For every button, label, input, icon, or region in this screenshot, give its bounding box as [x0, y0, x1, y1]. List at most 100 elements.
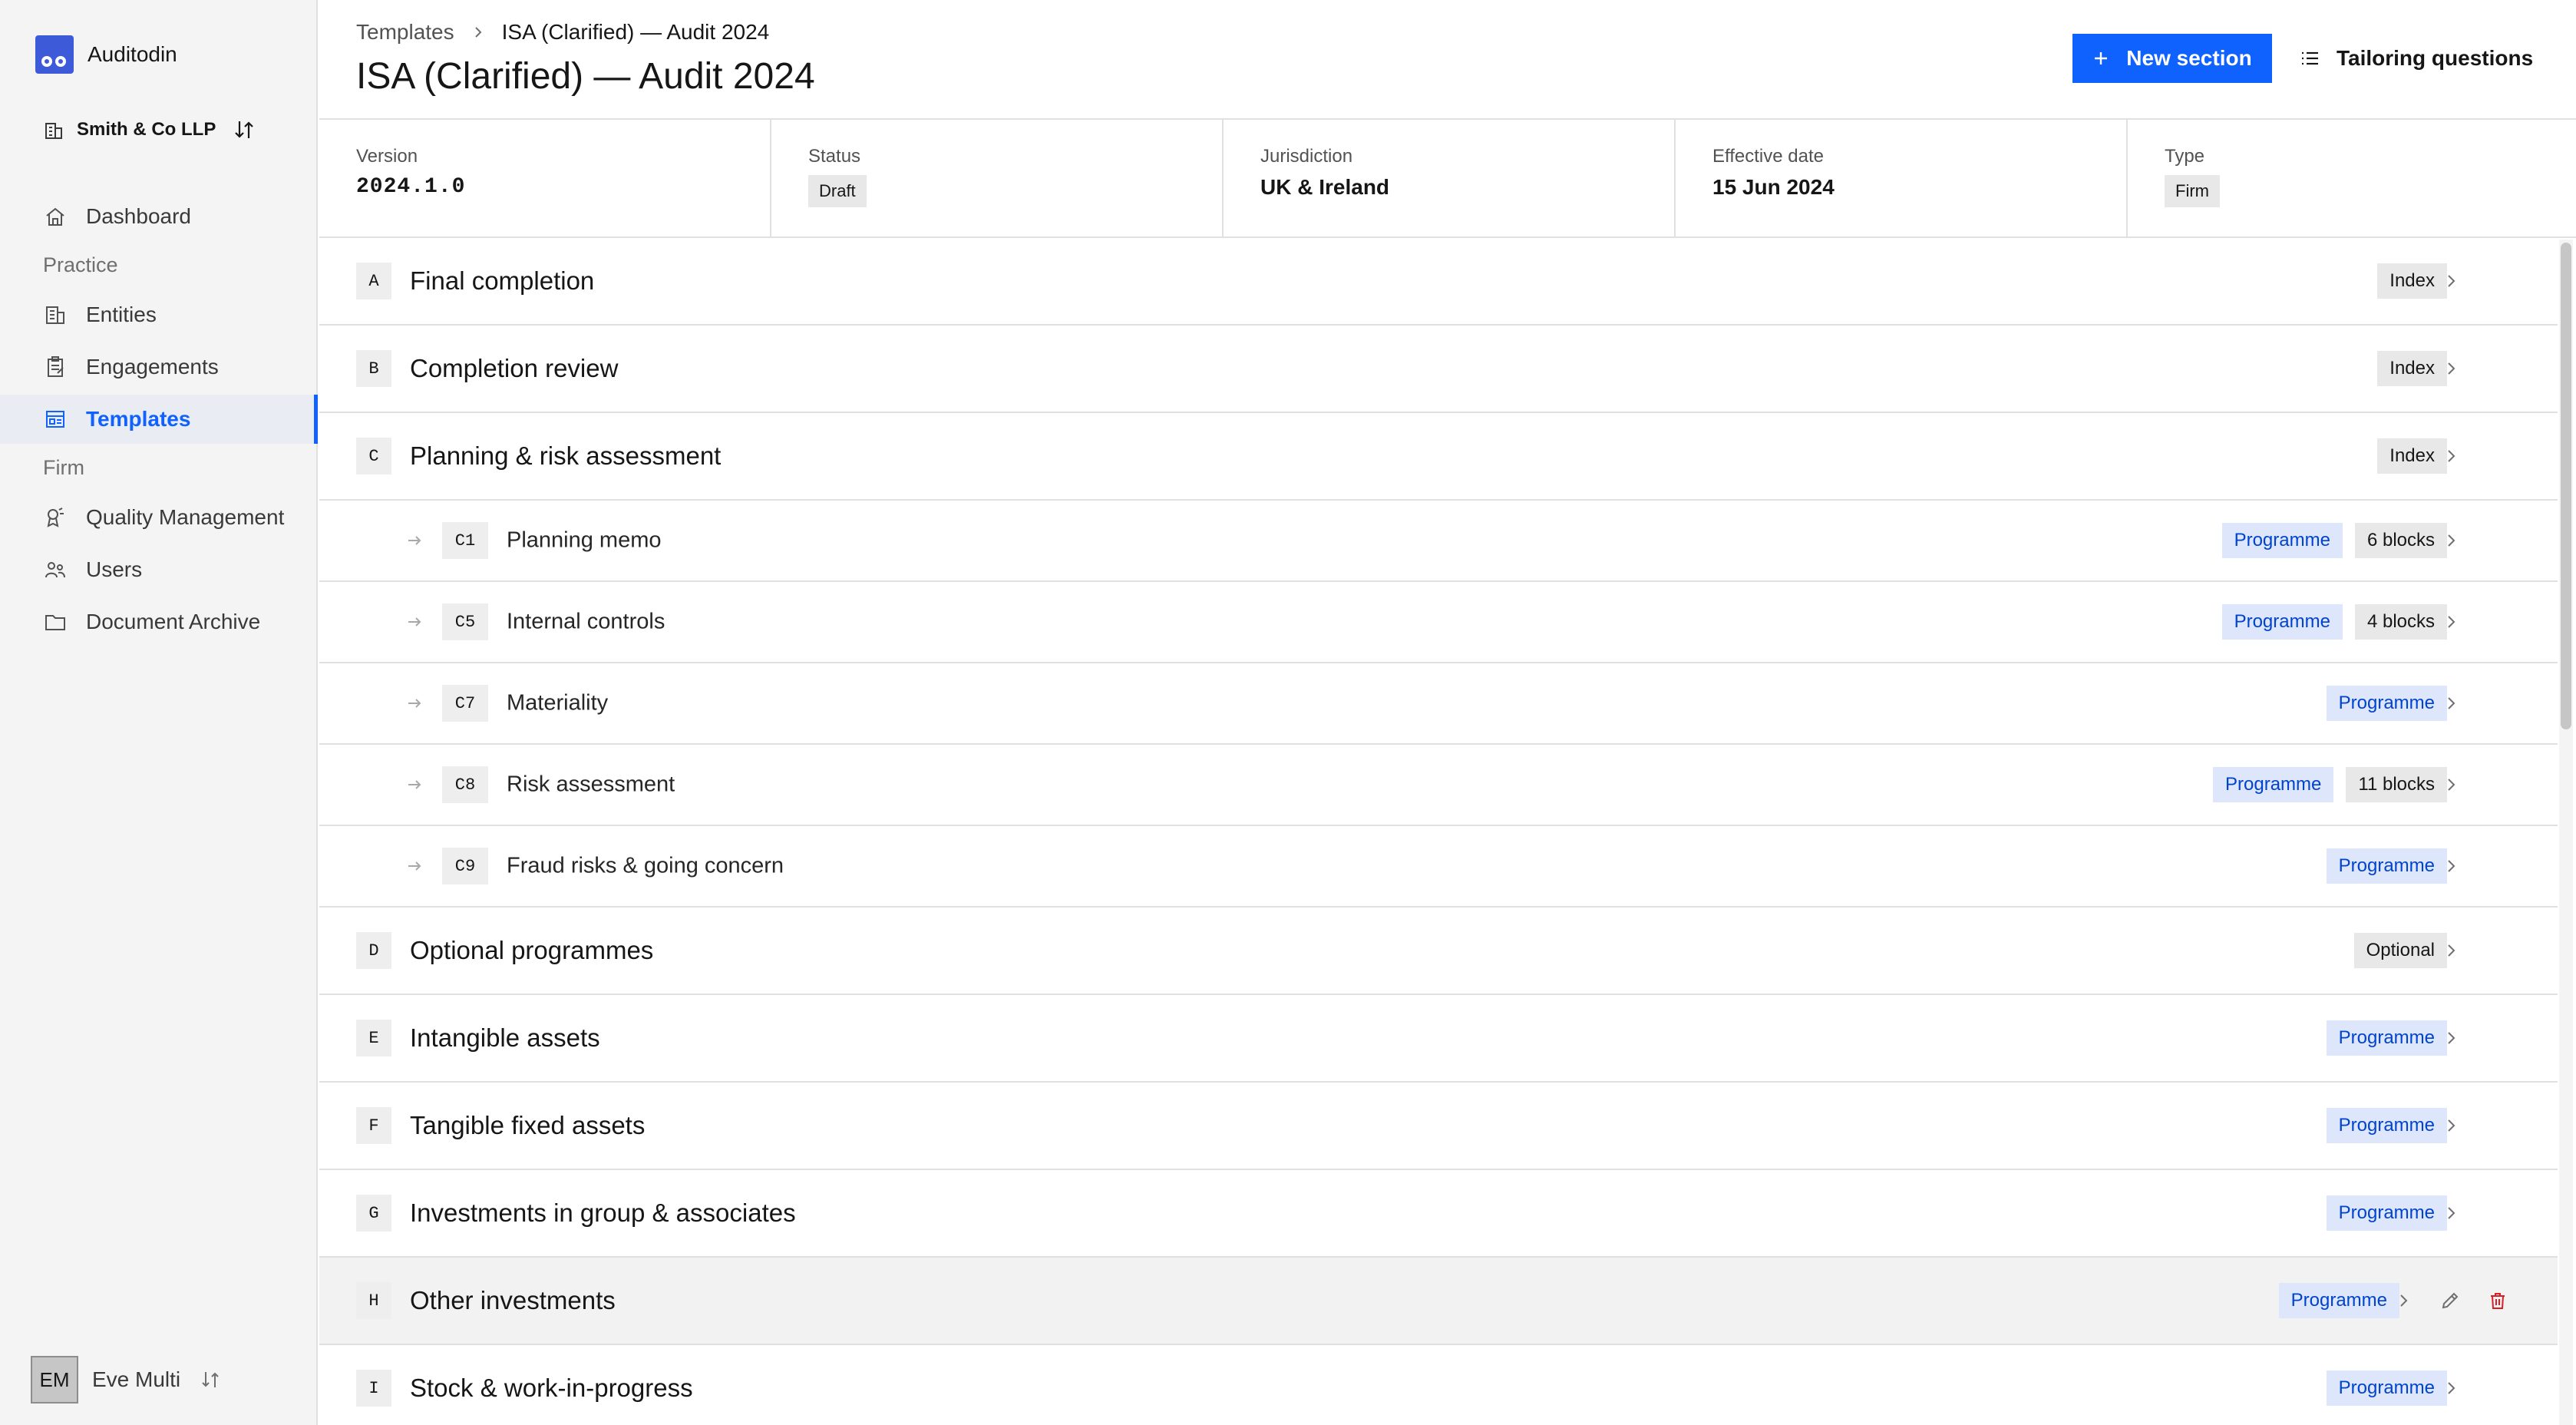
section-type-tag: Index	[2377, 438, 2447, 474]
section-row[interactable]: D Optional programmes Optional	[319, 908, 2558, 995]
section-type-tag: Programme	[2326, 1108, 2447, 1143]
nav-document-archive[interactable]: Document Archive	[0, 597, 318, 646]
section-title: Tangible fixed assets	[410, 1111, 646, 1139]
chevron-right-icon[interactable]	[2442, 858, 2459, 875]
block-count-tag: 6 blocks	[2354, 523, 2447, 558]
new-section-button[interactable]: New section	[2072, 34, 2272, 83]
edit-pencil-icon[interactable]	[2439, 1290, 2461, 1311]
section-type-tag: Programme	[2326, 686, 2447, 721]
section-row[interactable]: A Final completion Index	[319, 238, 2558, 326]
section-title: Materiality	[507, 690, 609, 716]
section-row[interactable]: B Completion review Index	[319, 326, 2558, 413]
chevron-right-icon[interactable]	[2442, 776, 2459, 793]
chevron-right-icon[interactable]	[2442, 273, 2459, 289]
chevron-right-icon[interactable]	[2442, 695, 2459, 712]
breadcrumb-templates[interactable]: Templates	[356, 20, 454, 45]
jurisdiction-value: UK & Ireland	[1260, 175, 1390, 199]
chevron-right-icon[interactable]	[2442, 1380, 2459, 1397]
nav-group-practice: Practice	[43, 253, 118, 276]
section-type-tag: Programme	[2326, 1370, 2447, 1406]
section-code: H	[356, 1282, 391, 1319]
section-title: Internal controls	[507, 609, 665, 634]
user-menu[interactable]: EM Eve Multi	[31, 1356, 222, 1404]
list-icon	[2302, 51, 2318, 65]
block-count-tag: 4 blocks	[2354, 604, 2447, 640]
scrollbar[interactable]	[2559, 240, 2573, 1425]
arrow-right-icon	[408, 536, 421, 545]
section-type-tag: Programme	[2221, 523, 2343, 558]
tailoring-questions-button[interactable]: Tailoring questions	[2300, 34, 2533, 83]
chevron-right-icon[interactable]	[2442, 532, 2459, 549]
page-title: ISA (Clarified) — Audit 2024	[356, 56, 815, 97]
nav-group-firm: Firm	[43, 456, 84, 479]
section-code: C	[356, 438, 391, 474]
section-title: Intangible assets	[410, 1023, 600, 1052]
plus-icon	[2095, 52, 2108, 64]
brand-logo-icon	[35, 35, 74, 74]
chevron-right-icon[interactable]	[2442, 1117, 2459, 1134]
chevron-right-icon[interactable]	[2442, 942, 2459, 959]
org-switcher[interactable]: Smith & Co LLP	[43, 118, 256, 141]
template-icon	[46, 411, 64, 428]
brand[interactable]: Auditodin	[35, 35, 177, 74]
chevron-right-icon[interactable]	[2442, 360, 2459, 377]
subsection-row[interactable]: C1 Planning memo Programme 6 blocks	[319, 501, 2558, 582]
nav-templates[interactable]: Templates	[0, 395, 318, 444]
arrow-right-icon	[408, 780, 421, 789]
chevron-right-icon[interactable]	[2395, 1292, 2412, 1309]
subsection-row[interactable]: C9 Fraud risks & going concern Programme	[319, 826, 2558, 908]
chevron-right-icon[interactable]	[2442, 1205, 2459, 1222]
section-title: Fraud risks & going concern	[507, 853, 784, 878]
subsection-row[interactable]: C5 Internal controls Programme 4 blocks	[319, 582, 2558, 663]
section-row[interactable]: I Stock & work-in-progress Programme	[319, 1345, 2558, 1425]
nav-entities[interactable]: Entities	[0, 290, 318, 339]
trash-icon[interactable]	[2487, 1290, 2508, 1311]
subsection-row[interactable]: C7 Materiality Programme	[319, 663, 2558, 745]
section-type-tag: Programme	[2213, 767, 2334, 802]
section-row[interactable]: H Other investments Programme	[319, 1258, 2558, 1345]
section-type-tag: Optional	[2353, 933, 2447, 968]
chevron-right-icon[interactable]	[2442, 1030, 2459, 1046]
building-icon	[46, 306, 64, 324]
swap-arrows-icon[interactable]	[233, 118, 256, 141]
subsection-row[interactable]: C8 Risk assessment Programme 11 blocks	[319, 745, 2558, 826]
section-code: I	[356, 1370, 391, 1407]
nav-dashboard[interactable]: Dashboard	[0, 192, 318, 241]
section-code: C9	[442, 848, 488, 884]
section-type-tag: Programme	[2326, 848, 2447, 884]
arrow-right-icon	[408, 699, 421, 708]
type-badge: Firm	[2165, 175, 2220, 207]
building-icon	[45, 123, 62, 139]
section-type-tag: Programme	[2278, 1283, 2399, 1318]
chevron-right-icon[interactable]	[2442, 613, 2459, 630]
section-type-tag: Index	[2377, 351, 2447, 386]
section-title: Planning & risk assessment	[410, 441, 722, 470]
section-code: C7	[442, 685, 488, 722]
meta-version: Version 2024.1.0	[319, 120, 771, 236]
section-type-tag: Programme	[2221, 604, 2343, 640]
section-row[interactable]: C Planning & risk assessment Index	[319, 413, 2558, 501]
section-title: Optional programmes	[410, 936, 654, 964]
sidebar: Auditodin Smith & Co LLP Dashboard Pract…	[0, 0, 318, 1425]
meta-jurisdiction: Jurisdiction UK & Ireland	[1224, 120, 1676, 236]
scrollbar-thumb[interactable]	[2561, 243, 2571, 729]
section-row[interactable]: G Investments in group & associates Prog…	[319, 1170, 2558, 1258]
section-list: A Final completion Index B Completion re…	[319, 238, 2558, 1425]
nav-quality-management[interactable]: Quality Management	[0, 493, 318, 542]
section-code: B	[356, 350, 391, 387]
version-value: 2024.1.0	[356, 175, 466, 199]
brand-name: Auditodin	[88, 42, 177, 66]
section-code: C1	[442, 522, 488, 559]
nav-engagements[interactable]: Engagements	[0, 342, 318, 392]
section-code: F	[356, 1107, 391, 1144]
chevron-right-icon[interactable]	[2442, 448, 2459, 465]
section-row[interactable]: E Intangible assets Programme	[319, 995, 2558, 1083]
arrow-right-icon	[408, 861, 421, 871]
folder-icon	[45, 615, 65, 630]
section-row[interactable]: F Tangible fixed assets Programme	[319, 1083, 2558, 1170]
nav-users[interactable]: Users	[0, 545, 318, 594]
section-code: G	[356, 1195, 391, 1232]
section-title: Risk assessment	[507, 772, 675, 797]
swap-arrows-icon[interactable]	[199, 1368, 222, 1391]
certificate-icon	[47, 508, 64, 527]
